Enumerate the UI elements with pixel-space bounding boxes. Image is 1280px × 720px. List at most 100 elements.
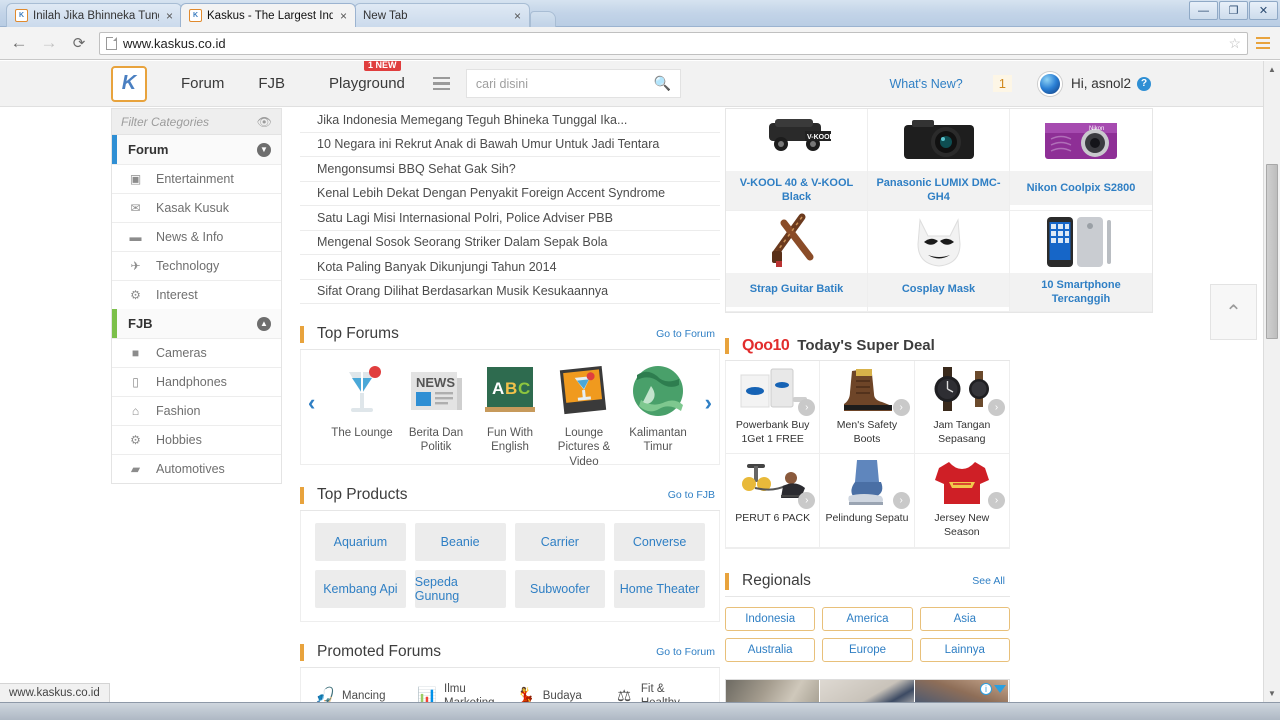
deal-card[interactable]: Men's Safety Boots › — [820, 361, 915, 455]
nav-fjb[interactable]: FJB — [258, 75, 285, 92]
deal-next-icon[interactable]: › — [892, 399, 910, 417]
category-menu-icon[interactable] — [432, 76, 450, 91]
go-to-forum-link[interactable]: Go to Forum — [656, 328, 715, 340]
forum-card-berita-dan-politik[interactable]: NEWS Berita Dan Politik — [399, 362, 473, 469]
sidebar-item-news-info[interactable]: ▬ News & Info — [112, 222, 281, 251]
forward-icon[interactable]: → — [36, 30, 62, 56]
browser-tab-2[interactable]: K Kaskus - The Largest Indone × — [180, 3, 356, 27]
scrollbar-thumb[interactable] — [1266, 164, 1278, 339]
category-group-fjb[interactable]: FJB ▲ — [112, 309, 281, 338]
deal-card[interactable]: PERUT 6 PACK › — [726, 454, 821, 548]
close-window-icon[interactable]: ✕ — [1249, 1, 1278, 20]
mall-product-card[interactable]: Strap Guitar Batik — [726, 210, 868, 313]
thread-row[interactable]: Mengonsumsi BBQ Sehat Gak Sih? — [300, 157, 720, 182]
forum-card-lounge-pictures-video[interactable]: Lounge Pictures & Video — [547, 362, 621, 469]
scroll-to-top-button[interactable]: ⌃ — [1210, 284, 1257, 340]
product-tag[interactable]: Subwoofer — [514, 570, 606, 608]
carousel-next-icon[interactable]: › — [705, 390, 712, 416]
chevron-down-icon[interactable]: ▼ — [257, 142, 271, 157]
thread-row[interactable]: Mengenal Sosok Seorang Striker Dalam Sep… — [300, 231, 720, 255]
sidebar-item-kasak-kusuk[interactable]: ✉ Kasak Kusuk — [112, 193, 281, 222]
go-to-forum-link[interactable]: Go to Forum — [656, 646, 715, 658]
bookmark-star-icon[interactable]: ☆ — [1228, 35, 1241, 52]
kaskus-logo[interactable]: K — [111, 65, 147, 102]
chevron-up-icon[interactable]: ▲ — [257, 316, 271, 331]
notification-count[interactable]: 1 — [992, 75, 1012, 92]
deal-card[interactable]: Pelindung Sepatu › — [820, 454, 915, 548]
sidebar-item-handphones[interactable]: ▯ Handphones — [112, 367, 281, 396]
sidebar-item-technology[interactable]: ✈ Technology — [112, 251, 281, 280]
regional-tag[interactable]: America — [822, 606, 913, 631]
sidebar-item-fashion[interactable]: ⌂ Fashion — [112, 396, 281, 425]
browser-scrollbar[interactable]: ▲ ▼ — [1263, 61, 1280, 702]
nav-playground[interactable]: Playground 1 NEW — [329, 61, 405, 92]
regional-tag[interactable]: Australia — [725, 637, 816, 662]
sidebar-item-automotives[interactable]: ▰ Automotives — [112, 454, 281, 483]
product-tag[interactable]: Kembang Api — [315, 570, 406, 608]
sidebar-item-cameras[interactable]: ■ Cameras — [112, 338, 281, 367]
scroll-up-arrow-icon[interactable]: ▲ — [1264, 61, 1280, 78]
sidebar-item-interest[interactable]: ⚙ Interest — [112, 280, 281, 309]
search-icon[interactable]: 🔍 — [653, 75, 670, 92]
close-icon[interactable]: × — [164, 10, 173, 22]
ad-dropdown-icon[interactable] — [994, 684, 1006, 693]
browser-tab-1[interactable]: K Inilah Jika Bhinneka Tunggal × — [6, 3, 182, 27]
ad-choices-controls[interactable]: i — [980, 682, 1006, 695]
back-icon[interactable]: ← — [6, 30, 32, 56]
regional-tag[interactable]: Indonesia — [725, 606, 816, 631]
help-icon[interactable]: ? — [1137, 76, 1151, 91]
promoted-forum-item[interactable]: 💃 Budaya — [516, 679, 607, 703]
regional-tag[interactable]: Lainnya — [919, 637, 1010, 662]
mall-product-card[interactable]: 10 Smartphone Tercanggih — [1010, 210, 1152, 313]
browser-tab-3[interactable]: New Tab × — [354, 3, 530, 27]
reload-icon[interactable]: ⟳ — [66, 30, 92, 56]
product-tag[interactable]: Sepeda Gunung — [414, 570, 506, 608]
product-tag[interactable]: Home Theater — [614, 570, 705, 608]
avatar[interactable] — [1037, 71, 1062, 96]
see-all-link[interactable]: See All — [972, 575, 1005, 587]
product-tag[interactable]: Aquarium — [315, 523, 406, 561]
mall-product-card[interactable]: Cosplay Mask — [868, 210, 1010, 313]
product-tag[interactable]: Converse — [614, 523, 705, 561]
go-to-fjb-link[interactable]: Go to FJB — [668, 489, 715, 501]
promoted-forum-item[interactable]: 📊 Ilmu Marketing — [417, 679, 508, 702]
close-icon[interactable]: × — [512, 10, 521, 22]
mall-product-card[interactable]: Nikon Nikon Coolpix S2800 — [1010, 109, 1152, 211]
scroll-down-arrow-icon[interactable]: ▼ — [1264, 685, 1280, 702]
forum-card-the-lounge[interactable]: The Lounge — [325, 362, 399, 469]
eye-icon[interactable]: 👁 — [257, 115, 272, 129]
close-icon[interactable]: × — [338, 10, 347, 22]
thread-row[interactable]: 10 Negara ini Rekrut Anak di Bawah Umur … — [300, 133, 720, 157]
whats-new-link[interactable]: What's New? — [889, 77, 962, 91]
thread-row[interactable]: Sifat Orang Dilihat Berdasarkan Musik Ke… — [300, 280, 720, 304]
thread-row[interactable]: Satu Lagi Misi Internasional Polri, Poli… — [300, 206, 720, 231]
ad-banner[interactable]: i — [725, 678, 1010, 702]
chrome-menu-icon[interactable] — [1252, 31, 1274, 55]
address-bar[interactable]: www.kaskus.co.id ☆ — [99, 31, 1248, 55]
promoted-forum-item[interactable]: ⚖ Fit & Healthy — [614, 679, 705, 702]
nav-forum[interactable]: Forum — [181, 75, 224, 92]
forum-card-fun-with-english[interactable]: A B C Fun With English — [473, 362, 547, 469]
regional-tag[interactable]: Asia — [919, 606, 1010, 631]
category-group-forum[interactable]: Forum ▼ — [112, 135, 281, 164]
filter-categories-input[interactable]: Filter Categories 👁 — [111, 108, 282, 135]
deal-card[interactable]: Jam Tangan Sepasang › — [914, 361, 1009, 455]
mall-product-card[interactable]: Panasonic LUMIX DMC-GH4 — [868, 109, 1010, 211]
search-input[interactable]: cari disini 🔍 — [465, 69, 681, 98]
sidebar-item-hobbies[interactable]: ⚙ Hobbies — [112, 425, 281, 454]
promoted-forum-item[interactable]: 🎣 Mancing — [315, 679, 409, 703]
forum-card-kalimantan-timur[interactable]: Kalimantan Timur — [621, 362, 695, 469]
carousel-prev-icon[interactable]: ‹ — [308, 390, 315, 416]
thread-row[interactable]: Kota Paling Banyak Dikunjungi Tahun 2014 — [300, 255, 720, 280]
minimize-icon[interactable]: — — [1189, 1, 1218, 20]
restore-icon[interactable]: ❐ — [1219, 1, 1248, 20]
regional-tag[interactable]: Europe — [822, 637, 913, 662]
sidebar-item-entertainment[interactable]: ▣ Entertainment — [112, 164, 281, 193]
deal-card[interactable]: Jersey New Season › — [914, 454, 1009, 548]
new-tab-button[interactable] — [530, 11, 556, 27]
mall-product-card[interactable]: V-KOOL V-KOOL 40 & V-KOOL Black — [726, 109, 868, 211]
product-tag[interactable]: Carrier — [514, 523, 606, 561]
thread-row[interactable]: Kenal Lebih Dekat Dengan Penyakit Foreig… — [300, 182, 720, 206]
ad-info-icon[interactable]: i — [980, 682, 992, 695]
user-greeting[interactable]: Hi, asnol2 — [1071, 76, 1131, 91]
